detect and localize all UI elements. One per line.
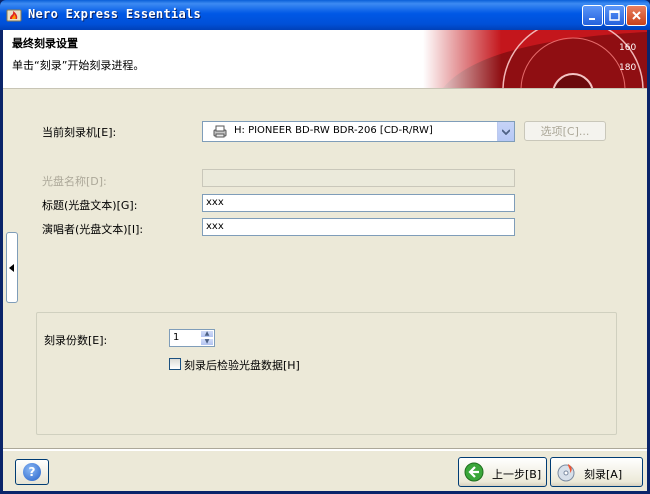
back-button[interactable]: 上一步[B] [458, 457, 547, 487]
title-label: 标题(光盘文本)[G]: [42, 199, 138, 212]
maximize-button[interactable] [604, 5, 625, 26]
close-icon [632, 11, 641, 20]
app-window: Nero Express Essentials 最终刻录设置 单击“刻录”开始刻… [0, 0, 650, 494]
page-title: 最终刻录设置 [12, 37, 78, 50]
copies-stepper[interactable]: 1 ▲ ▼ [169, 329, 215, 347]
green-back-arrow-icon [464, 462, 484, 482]
page-subtitle: 单击“刻录”开始刻录进程。 [12, 59, 145, 72]
chevron-down-icon[interactable] [497, 122, 514, 141]
minimize-icon [588, 17, 595, 20]
title-bar[interactable]: Nero Express Essentials [0, 0, 650, 30]
help-button[interactable]: ? [15, 459, 49, 485]
artist-field[interactable]: xxx [202, 218, 515, 236]
artist-label: 演唱者(光盘文本)[I]: [42, 223, 144, 236]
verify-label[interactable]: 刻录后检验光盘数据[H] [184, 357, 300, 373]
nero-flame-icon [6, 9, 22, 22]
footer-separator [3, 448, 647, 451]
verify-checkbox[interactable] [169, 358, 181, 370]
burn-button[interactable]: 刻录[A] [550, 457, 643, 487]
minimize-button[interactable] [582, 5, 603, 26]
stepper-up-icon[interactable]: ▲ [200, 330, 214, 338]
stepper-buttons: ▲ ▼ [200, 330, 214, 346]
collapse-side-tab[interactable] [6, 232, 18, 303]
dialog-client-area: 最终刻录设置 单击“刻录”开始刻录进程。 160 180 [3, 30, 647, 491]
header-band: 最终刻录设置 单击“刻录”开始刻录进程。 160 180 [3, 30, 647, 89]
recorder-value: H: PIONEER BD-RW BDR-206 [CD-R/RW] [234, 125, 433, 136]
options-button[interactable]: 选项[C]... [524, 121, 606, 141]
burn-button-label: 刻录[A] [584, 468, 623, 481]
recorder-label: 当前刻录机[E]: [42, 126, 117, 139]
close-button[interactable] [626, 5, 647, 26]
copies-group [36, 312, 617, 435]
copies-label: 刻录份数[E]: [44, 334, 108, 347]
window-title: Nero Express Essentials [28, 7, 202, 21]
collapse-left-icon [9, 263, 14, 272]
copies-value: 1 [173, 332, 180, 343]
disc-name-label: 光盘名称[D]: [42, 175, 107, 188]
help-icon: ? [23, 463, 41, 481]
recorder-select[interactable]: H: PIONEER BD-RW BDR-206 [CD-R/RW] [202, 121, 515, 142]
title-field[interactable]: xxx [202, 194, 515, 212]
maximize-icon [609, 10, 620, 21]
stepper-down-icon[interactable]: ▼ [200, 338, 214, 346]
speedometer-banner-image: 160 180 [423, 30, 647, 88]
burn-disc-icon [557, 464, 575, 482]
back-button-label: 上一步[B] [492, 468, 542, 481]
drive-printer-icon [213, 125, 227, 138]
disc-name-field[interactable] [202, 169, 515, 187]
